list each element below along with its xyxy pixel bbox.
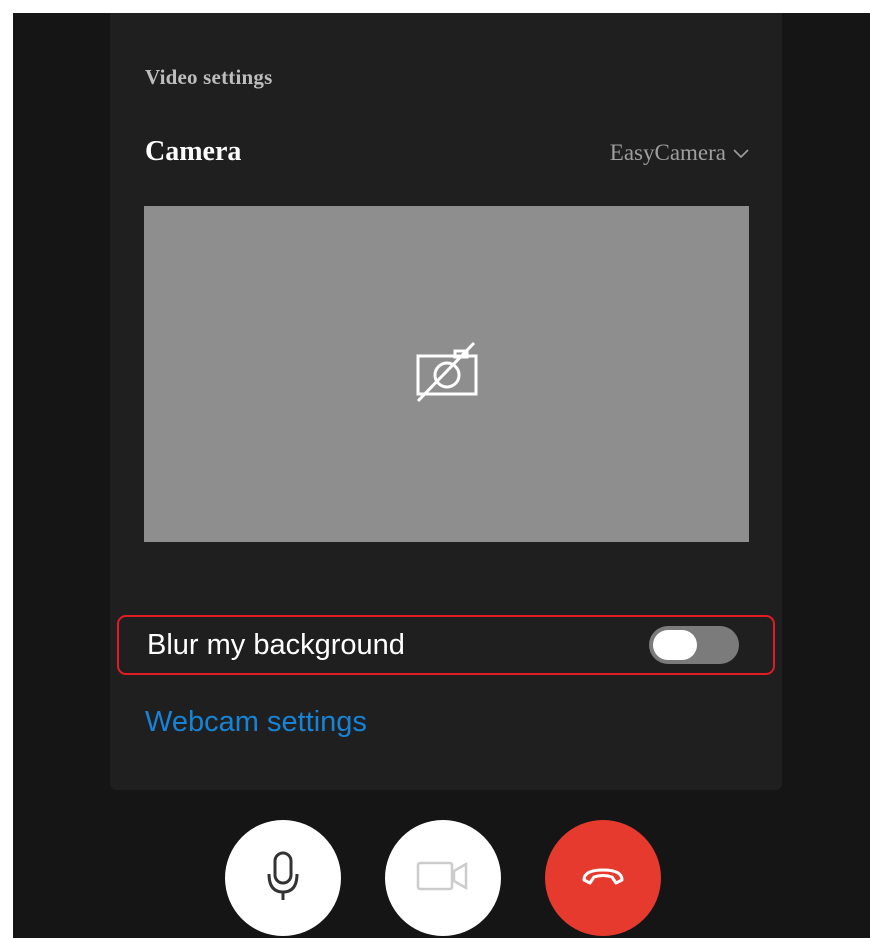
camera-preview [144,206,749,542]
hang-up-button[interactable] [545,820,661,936]
webcam-settings-link[interactable]: Webcam settings [145,706,367,739]
microphone-button[interactable] [225,820,341,936]
video-camera-icon [416,859,470,898]
video-button[interactable] [385,820,501,936]
camera-off-icon [415,341,479,408]
camera-label: Camera [145,136,242,167]
toggle-knob [653,630,697,660]
microphone-icon [265,850,301,907]
phone-hangup-icon [581,865,625,892]
camera-dropdown-value: EasyCamera [609,140,726,165]
blur-background-toggle[interactable] [649,626,739,664]
camera-dropdown[interactable]: EasyCamera [610,140,750,166]
blur-background-row: Blur my background [117,615,775,675]
video-settings-panel: Video settings Camera EasyCamera Blur my… [110,13,782,790]
chevron-down-icon [732,147,750,159]
video-call-screen: Video settings Camera EasyCamera Blur my… [13,13,870,938]
panel-title: Video settings [145,65,273,89]
blur-background-label: Blur my background [147,629,405,661]
